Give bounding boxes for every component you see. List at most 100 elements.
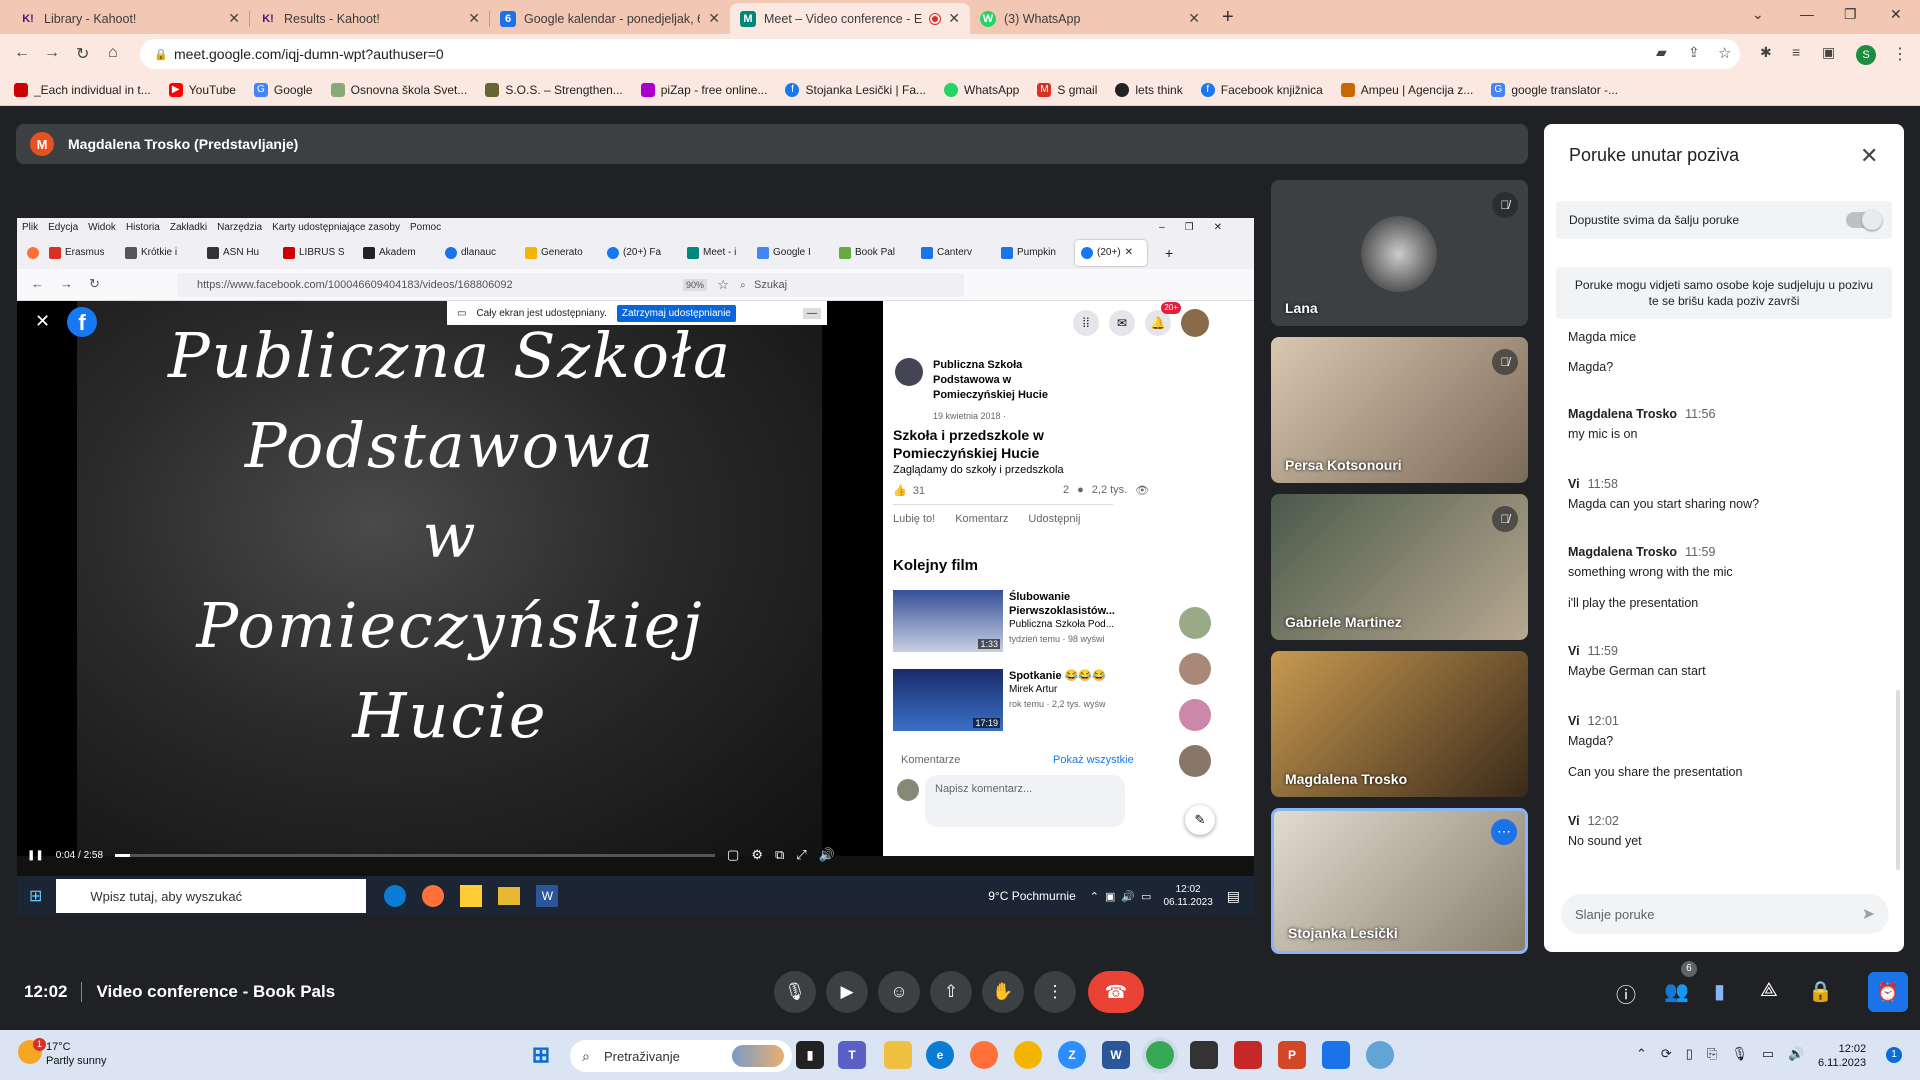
bookmark-item[interactable]: Ggoogle translator -... [1491, 82, 1618, 97]
weather-widget[interactable]: 17°C Partly sunny [18, 1040, 107, 1068]
bookmark-item[interactable]: f Facebook knjižnica [1200, 82, 1323, 97]
chat-scrollbar[interactable] [1896, 690, 1900, 870]
bookmark-item[interactable]: Ampeu | Agencija z... [1340, 82, 1473, 97]
meeting-details-icon[interactable]: ⓘ [1616, 979, 1636, 1008]
present-screen-button[interactable]: ⇧ [930, 971, 972, 1013]
share-icon[interactable]: ⇪ [1688, 44, 1700, 61]
close-icon[interactable]: ✕ [1860, 143, 1878, 169]
home-icon[interactable]: ⌂ [108, 44, 118, 62]
participant-tile[interactable]: 🎙̸ Lana [1271, 180, 1528, 326]
participant-tile-self[interactable]: ⋯ Stojanka Lesički [1271, 808, 1528, 954]
send-icon[interactable]: ➤ [1862, 904, 1875, 924]
address-bar[interactable]: 🔒 meet.google.com/iqj-dumn-wpt?authuser=… [140, 39, 1740, 69]
star-icon: ☆ [717, 277, 729, 292]
windows-start-icon: ⊞ [29, 888, 43, 905]
chrome-icon[interactable] [1146, 1041, 1174, 1069]
minimize-button[interactable]: — [1800, 6, 1814, 22]
bookmark-item[interactable]: MS gmail [1037, 82, 1097, 97]
facebook-icon: f [785, 82, 800, 97]
bookmark-item[interactable]: ▶ YouTube [168, 82, 236, 97]
file-explorer-icon[interactable] [884, 1041, 912, 1069]
bookmark-item[interactable]: G Google [253, 82, 313, 97]
tab-kahoot-library[interactable]: K! Library - Kahoot! ✕ [10, 3, 250, 34]
tab-kahoot-results[interactable]: K! Results - Kahoot! ✕ [250, 3, 490, 34]
chat-message: Magda mice [1568, 330, 1637, 344]
task-view-icon[interactable]: ▮ [796, 1041, 824, 1069]
gmail-icon: M [1037, 82, 1052, 97]
windows-start-icon[interactable]: ⊞ [527, 1041, 555, 1069]
chat-icon[interactable]: ▮ [1714, 979, 1725, 1004]
bookmark-item[interactable]: WhatsApp [944, 82, 1019, 97]
chrome-canary-icon[interactable] [1014, 1041, 1042, 1069]
activities-icon[interactable]: ⟁ [1760, 979, 1778, 1002]
camera-blocked-icon[interactable]: ▰ [1656, 44, 1667, 61]
zoom-icon[interactable]: Z [1058, 1041, 1086, 1069]
notification-badge[interactable]: 1 [1886, 1047, 1902, 1063]
microphone-button[interactable]: 🎙 [774, 971, 816, 1013]
powerpoint-icon[interactable]: P [1278, 1041, 1306, 1069]
teams-icon[interactable]: T [838, 1041, 866, 1069]
participant-tile[interactable]: 🎙̸ Gabriele Martinez [1271, 494, 1528, 640]
reload-icon[interactable]: ↻ [76, 44, 89, 64]
chat-message: Magdalena Trosko 11:56 my mic is on [1568, 407, 1716, 441]
chat-message-input[interactable]: Slanje poruke ➤ [1561, 894, 1889, 934]
tab-google-calendar[interactable]: 6 Google kalendar - ponedjeljak, 6 ✕ [490, 3, 730, 34]
chevron-down-icon[interactable]: ⌄ [1752, 6, 1764, 23]
page-name: Publiczna Szkoła Podstawowa w Pomieczyńs… [933, 359, 1048, 401]
app-icon[interactable] [1322, 1041, 1350, 1069]
ff-tab: Canterv [915, 240, 991, 266]
close-icon[interactable]: ✕ [468, 10, 480, 27]
taskbar-clock[interactable]: 12:02 6.11.2023 [1818, 1042, 1866, 1070]
bookmark-item[interactable]: Osnovna škola Svet... [330, 82, 467, 97]
allow-messages-toggle[interactable] [1846, 210, 1882, 230]
close-icon[interactable]: ✕ [228, 10, 240, 27]
maximize-button[interactable]: ❐ [1844, 6, 1857, 23]
media-control-icon[interactable]: ≡ [1792, 44, 1800, 60]
bookmarks-bar: _Each individual in t... ▶ YouTube G Googl… [0, 74, 1920, 106]
tab-whatsapp[interactable]: W (3) WhatsApp ✕ [970, 3, 1210, 34]
close-icon[interactable]: ✕ [708, 10, 720, 27]
leave-call-button[interactable]: ☎ [1088, 971, 1144, 1013]
bookmark-item[interactable]: f Stojanka Lesički | Fa... [785, 82, 926, 97]
media-app-icon[interactable] [1190, 1041, 1218, 1069]
recording-indicator-icon [930, 13, 941, 24]
edge-icon[interactable]: e [926, 1041, 954, 1069]
close-window-button[interactable]: ✕ [1890, 6, 1902, 23]
host-controls-icon[interactable]: 🔒 [1808, 979, 1833, 1004]
profile-avatar[interactable]: S [1856, 45, 1876, 65]
bookmark-item[interactable]: S.O.S. – Strengthen... [485, 82, 623, 97]
pdf-icon[interactable] [1234, 1041, 1262, 1069]
close-icon[interactable]: ✕ [948, 10, 960, 27]
bookmark-item[interactable]: piZap - free online... [640, 82, 767, 97]
taskbar-search-box[interactable]: ⌕ Pretraživanje [570, 1040, 792, 1072]
tab-google-meet[interactable]: M Meet – Video conference - E ✕ [730, 3, 970, 34]
participant-tile[interactable]: Magdalena Trosko [1271, 651, 1528, 797]
extensions-icon[interactable]: ✱ [1760, 44, 1772, 61]
post-actions: Lubię to! Komentarz Udostępnij [893, 513, 1080, 525]
captions-icon: ▢ [727, 847, 740, 862]
forward-icon[interactable]: → [44, 44, 60, 62]
alarm-clock-icon[interactable]: ⏰ [1868, 972, 1908, 1012]
bookmark-star-icon[interactable]: ☆ [1718, 44, 1731, 62]
bookmark-item[interactable]: lets think [1115, 82, 1183, 97]
menu-icon[interactable]: ⋮ [1892, 44, 1908, 64]
meeting-title: Video conference - Book Pals [96, 982, 336, 1001]
camera-button[interactable]: ▶ [826, 971, 868, 1013]
network-app-icon[interactable] [1366, 1041, 1394, 1069]
system-tray-icons[interactable]: ⌃⟳▯⎘🎙▭🔊 [1636, 1046, 1818, 1062]
more-options-icon[interactable]: ⋯ [1491, 819, 1517, 845]
back-icon[interactable]: ← [14, 44, 30, 62]
side-panel-icon[interactable]: ▣ [1822, 44, 1835, 61]
firefox-icon[interactable] [970, 1041, 998, 1069]
more-options-button[interactable]: ⋮ [1034, 971, 1076, 1013]
raise-hand-button[interactable]: ✋ [982, 971, 1024, 1013]
participant-tile[interactable]: 🎙̸ Persa Kotsonouri [1271, 337, 1528, 483]
ff-search-field: ⌕ Szukaj [734, 273, 964, 297]
reactions-button[interactable]: ☺ [878, 971, 920, 1013]
eye-icon: 👁 [1135, 485, 1150, 497]
new-tab-button[interactable]: + [1222, 6, 1234, 29]
close-icon[interactable]: ✕ [1188, 10, 1200, 27]
word-icon[interactable]: W [1102, 1041, 1130, 1069]
people-icon[interactable]: 👥 6 [1664, 961, 1697, 1004]
bookmark-item[interactable]: _Each individual in t... [14, 82, 151, 97]
